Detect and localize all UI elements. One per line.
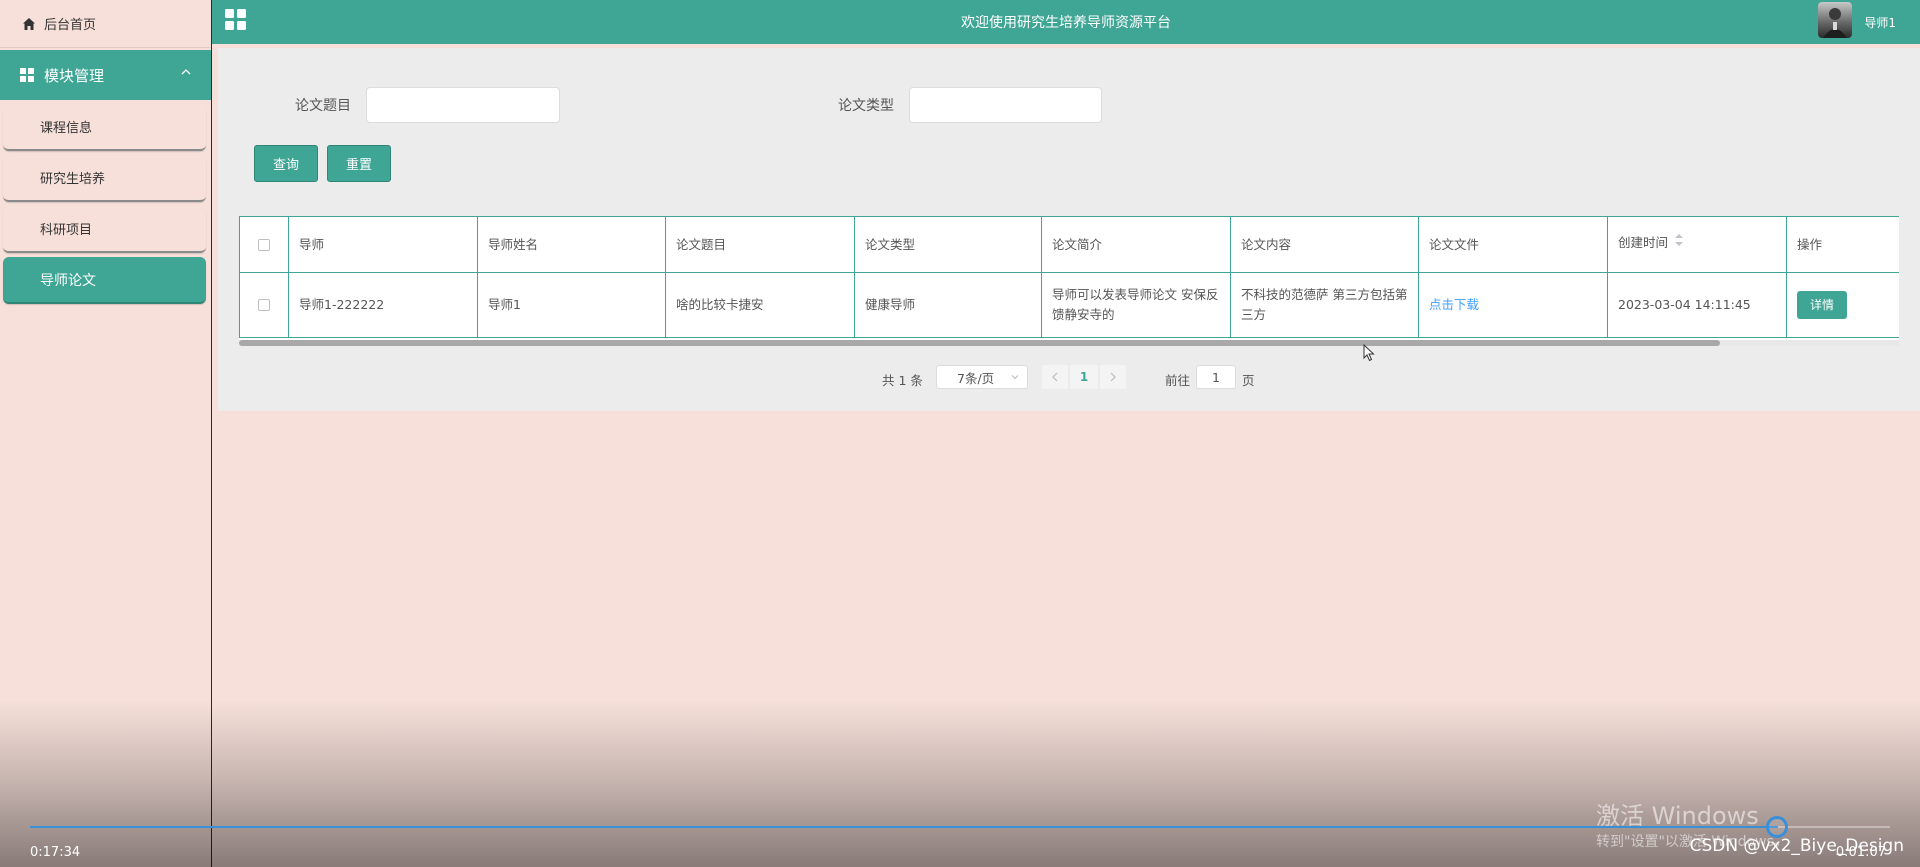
header-checkbox-cell	[239, 216, 289, 273]
page-size-select[interactable]: 7条/页	[936, 365, 1028, 389]
avatar[interactable]	[1818, 2, 1852, 38]
table-cell: 啥的比较卡捷安	[665, 272, 855, 338]
module-management-label: 模块管理	[44, 66, 105, 85]
reset-button[interactable]: 重置	[327, 145, 391, 182]
sidebar-home-link[interactable]: 后台首页	[0, 0, 211, 48]
column-header: 导师姓名	[477, 216, 666, 273]
column-header: 论文内容	[1230, 216, 1419, 273]
page-size-value: 7条/页	[957, 370, 995, 386]
grid-icon	[20, 68, 34, 82]
sidebar-item-course-info[interactable]: 课程信息	[3, 104, 206, 151]
sidebar-item-label: 科研项目	[40, 223, 93, 238]
sidebar-item-research-project[interactable]: 科研项目	[3, 206, 206, 253]
table-cell-actions: 详情	[1786, 272, 1899, 338]
chevron-right-icon	[1110, 372, 1116, 382]
sidebar: 后台首页 模块管理 课程信息 研究生培养 科研项目 导师论文	[0, 0, 212, 867]
table-cell: 导师1-222222	[288, 272, 478, 338]
goto-label: 前往	[1165, 373, 1191, 388]
column-header-label: 创建时间	[1618, 235, 1669, 250]
video-progress-fill	[30, 826, 1778, 828]
horizontal-scrollbar[interactable]	[239, 340, 1899, 346]
scrollbar-thumb[interactable]	[239, 340, 1720, 346]
sort-icon[interactable]	[1674, 233, 1684, 247]
prev-page-button[interactable]	[1042, 365, 1068, 389]
home-icon	[22, 17, 36, 31]
column-header: 论文题目	[665, 216, 855, 273]
row-checkbox[interactable]	[258, 299, 270, 311]
column-header: 操作	[1786, 216, 1899, 273]
video-progress-knob[interactable]	[1766, 816, 1788, 838]
page-title: 欢迎使用研究生培养导师资源平台	[961, 15, 1171, 31]
query-button[interactable]: 查询	[254, 145, 318, 182]
sidebar-item-advisor-paper[interactable]: 导师论文	[3, 257, 206, 304]
column-header-created-time[interactable]: 创建时间	[1607, 216, 1787, 273]
column-header: 论文类型	[854, 216, 1042, 273]
table-cell: 健康导师	[854, 272, 1042, 338]
column-header: 导师	[288, 216, 478, 273]
row-checkbox-cell	[239, 272, 289, 338]
select-all-checkbox[interactable]	[258, 238, 270, 251]
chevron-up-icon	[181, 67, 191, 77]
detail-button[interactable]: 详情	[1797, 291, 1847, 319]
chevron-down-icon	[1011, 373, 1019, 381]
goto-page-input[interactable]: 1	[1196, 365, 1236, 389]
page-number-1[interactable]: 1	[1070, 365, 1098, 389]
sidebar-home-label: 后台首页	[44, 18, 97, 33]
download-link[interactable]: 点击下载	[1429, 295, 1479, 315]
column-header: 论文文件	[1418, 216, 1608, 273]
sidebar-item-graduate-training[interactable]: 研究生培养	[3, 155, 206, 202]
data-table: 导师 导师姓名 论文题目 论文类型 论文简介 论文内容 论文文件 创建时间 操作…	[239, 216, 1899, 340]
page-suffix: 页	[1242, 373, 1255, 388]
column-header: 论文简介	[1041, 216, 1231, 273]
video-progress-bar[interactable]	[30, 826, 1890, 828]
video-elapsed-time: 0:17:34	[30, 845, 81, 860]
table-cell: 2023-03-04 14:11:45	[1607, 272, 1787, 338]
paper-type-label: 论文类型	[838, 98, 894, 114]
sidebar-item-label: 导师论文	[40, 272, 96, 289]
module-management-header[interactable]: 模块管理	[0, 50, 211, 100]
table-cell-file: 点击下载	[1418, 272, 1608, 338]
table-cell: 不科技的范德萨 第三方包括第三方	[1230, 272, 1419, 338]
mouse-cursor-icon	[1363, 344, 1375, 362]
csdn-watermark: CSDN @vx2_Biye_Design	[1689, 836, 1904, 856]
next-page-button[interactable]	[1100, 365, 1126, 389]
sidebar-item-label: 研究生培养	[40, 172, 106, 187]
paper-type-input[interactable]	[909, 87, 1102, 123]
pagination-total: 共 1 条	[882, 373, 923, 388]
paper-title-label: 论文题目	[295, 98, 351, 114]
paper-title-input[interactable]	[366, 87, 560, 123]
user-name[interactable]: 导师1	[1864, 14, 1896, 31]
table-cell: 导师可以发表导师论文 安保反馈静安寺的	[1041, 272, 1231, 338]
topbar: 欢迎使用研究生培养导师资源平台 导师1	[212, 0, 1920, 44]
sidebar-item-label: 课程信息	[40, 121, 93, 136]
table-cell: 导师1	[477, 272, 666, 338]
main-panel: 论文题目 论文类型 查询 重置 导师 导师姓名 论文题目 论文类型 论文简介 论…	[218, 48, 1920, 411]
chevron-left-icon	[1052, 372, 1058, 382]
